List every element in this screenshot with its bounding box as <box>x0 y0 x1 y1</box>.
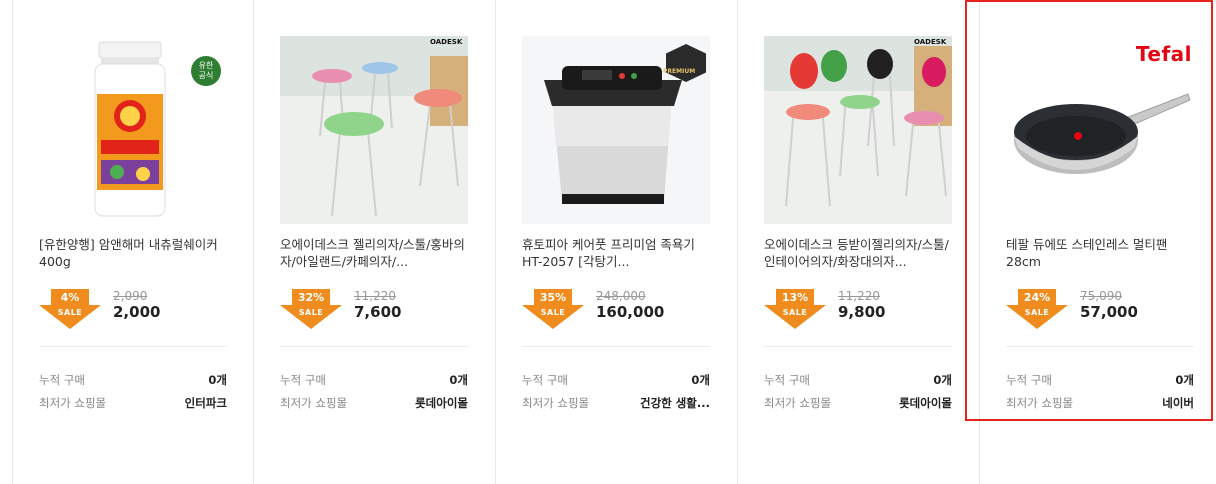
discount-percent: 13% <box>781 291 809 304</box>
sale-price: 7,600 <box>354 303 402 321</box>
purchases-value: 0개 <box>1175 373 1194 387</box>
lowest-mall-label: 최저가 쇼핑몰 <box>39 396 107 410</box>
discount-badge: 32% SALE <box>280 289 342 329</box>
lowest-mall-row: 최저가 쇼핑몰 롯데아이몰 <box>764 395 952 413</box>
lowest-mall-label: 최저가 쇼핑몰 <box>522 396 590 410</box>
price-area: 13% SALE 11,220 9,800 <box>764 289 964 333</box>
lowest-mall-value[interactable]: 네이버 <box>1162 395 1194 411</box>
lowest-mall-label: 최저가 쇼핑몰 <box>280 396 348 410</box>
purchases-value: 0개 <box>691 373 710 387</box>
discount-percent: 4% <box>60 291 80 304</box>
sale-label: SALE <box>1024 308 1050 317</box>
lowest-mall-row: 최저가 쇼핑몰 네이버 <box>1006 395 1194 413</box>
product-image[interactable]: OADESK <box>280 36 468 224</box>
discount-percent: 35% <box>539 291 567 304</box>
purchases-row: 누적 구매 0개 <box>280 372 468 390</box>
discount-badge: 24% SALE <box>1006 289 1068 329</box>
purchases-label: 누적 구매 <box>39 373 85 387</box>
tefal-logo: Tefal <box>1135 42 1192 66</box>
divider <box>280 346 468 347</box>
divider <box>764 346 952 347</box>
product-grid: 유한 공식 [유한양행] 암앤해머 내츄럴쉐이커 400g 4% SALE 2,0… <box>0 0 1216 484</box>
product-image[interactable]: OADESK <box>764 36 952 224</box>
product-title[interactable]: [유한양행] 암앤해머 내츄럴쉐이커 400g <box>39 236 235 270</box>
product-image[interactable]: 유한 공식 <box>39 36 227 224</box>
lowest-mall-row: 최저가 쇼핑몰 인터파크 <box>39 395 227 413</box>
discount-badge: 13% SALE <box>764 289 826 329</box>
sale-label: SALE <box>57 308 83 317</box>
price-area: 4% SALE 2,090 2,000 <box>39 289 239 333</box>
lowest-mall-value[interactable]: 롯데아이몰 <box>415 395 468 411</box>
purchases-label: 누적 구매 <box>280 373 326 387</box>
sale-label: SALE <box>298 308 324 317</box>
purchases-value: 0개 <box>933 373 952 387</box>
purchases-value: 0개 <box>208 373 227 387</box>
lowest-mall-row: 최저가 쇼핑몰 롯데아이몰 <box>280 395 468 413</box>
sale-price: 57,000 <box>1080 303 1138 321</box>
lowest-mall-row: 최저가 쇼핑몰 건강한 생활... <box>522 395 710 413</box>
product-image[interactable]: PREMIUM <box>522 36 710 224</box>
product-title[interactable]: 오에이데스크 젤리의자/스툴/홍바의자/아일랜드/카페의자/... <box>280 236 476 270</box>
purchases-row: 누적 구매 0개 <box>39 372 227 390</box>
brand-tag: OADESK <box>430 38 463 46</box>
sale-label: SALE <box>782 308 808 317</box>
original-price: 248,000 <box>596 289 646 303</box>
purchases-value: 0개 <box>449 373 468 387</box>
brand-tag: OADESK <box>914 38 947 46</box>
product-title[interactable]: 오에이데스크 등받이젤리의자/스툴/인테이어의자/화장대의자... <box>764 236 960 270</box>
divider <box>522 346 710 347</box>
sale-label: SALE <box>540 308 566 317</box>
purchases-row: 누적 구매 0개 <box>522 372 710 390</box>
sale-price: 160,000 <box>596 303 665 321</box>
lowest-mall-label: 최저가 쇼핑몰 <box>1006 396 1074 410</box>
lowest-mall-label: 최저가 쇼핑몰 <box>764 396 832 410</box>
lowest-mall-value[interactable]: 인터파크 <box>185 395 227 411</box>
discount-percent: 24% <box>1023 291 1051 304</box>
product-title[interactable]: 휴토피아 케어풋 프리미엄 족욕기 HT-2057 [각탕기... <box>522 236 718 270</box>
brand-tag: PREMIUM <box>663 68 696 75</box>
product-card[interactable]: OADESK 오에이데스크 등받이젤리의자/스툴/인테이어의자/화장대의자...… <box>738 0 980 484</box>
purchases-label: 누적 구매 <box>764 373 810 387</box>
product-card[interactable]: PREMIUM 휴토피아 케어풋 프리미엄 족욕기 HT-2057 [각탕기..… <box>496 0 738 484</box>
product-image[interactable]: Tefal <box>1006 36 1194 224</box>
original-price: 2,090 <box>113 289 148 303</box>
discount-badge: 35% SALE <box>522 289 584 329</box>
divider <box>1006 346 1194 347</box>
discount-percent: 32% <box>297 291 325 304</box>
purchases-row: 누적 구매 0개 <box>764 372 952 390</box>
sale-price: 2,000 <box>113 303 161 321</box>
lowest-mall-value[interactable]: 건강한 생활... <box>640 395 710 411</box>
price-area: 35% SALE 248,000 160,000 <box>522 289 722 333</box>
divider <box>39 346 227 347</box>
product-card[interactable]: 유한 공식 [유한양행] 암앤해머 내츄럴쉐이커 400g 4% SALE 2,0… <box>12 0 254 484</box>
purchases-label: 누적 구매 <box>1006 373 1052 387</box>
purchases-label: 누적 구매 <box>522 373 568 387</box>
purchases-row: 누적 구매 0개 <box>1006 372 1194 390</box>
sale-price: 9,800 <box>838 303 886 321</box>
price-area: 24% SALE 75,090 57,000 <box>1006 289 1206 333</box>
product-card[interactable]: OADESK 오에이데스크 젤리의자/스툴/홍바의자/아일랜드/카페의자/...… <box>254 0 496 484</box>
lowest-mall-value[interactable]: 롯데아이몰 <box>899 395 952 411</box>
original-price: 11,220 <box>354 289 396 303</box>
product-card[interactable]: Tefal 테팔 듀에또 스테인레스 멀티팬 28cm 24% SALE 75,… <box>980 0 1216 484</box>
certified-badge-icon: 유한 공식 <box>191 56 221 86</box>
original-price: 75,090 <box>1080 289 1122 303</box>
discount-badge: 4% SALE <box>39 289 101 329</box>
original-price: 11,220 <box>838 289 880 303</box>
product-title[interactable]: 테팔 듀에또 스테인레스 멀티팬 28cm <box>1006 236 1202 270</box>
price-area: 32% SALE 11,220 7,600 <box>280 289 480 333</box>
